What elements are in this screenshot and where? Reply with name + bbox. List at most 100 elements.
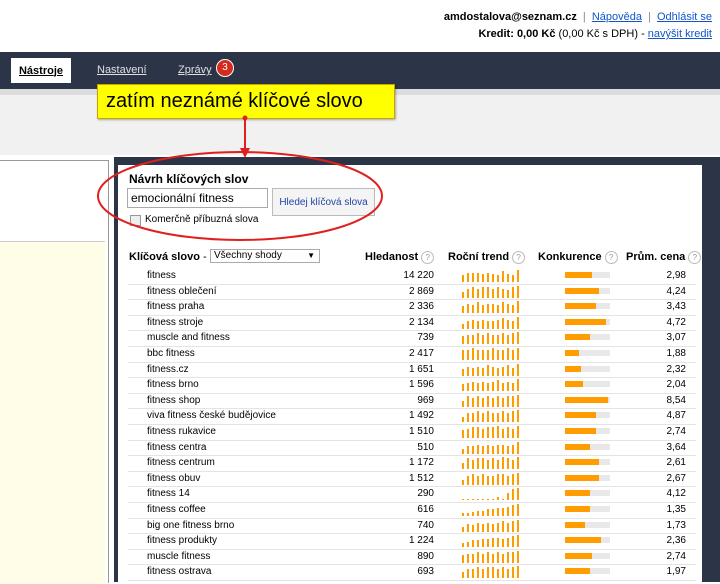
row-keyword[interactable]: fitness.cz	[147, 364, 189, 375]
trend-bar	[472, 569, 474, 579]
row-trend-sparkline	[462, 504, 522, 516]
col-cpc[interactable]: Prům. cena?	[626, 251, 702, 264]
table-row[interactable]: fitness.cz 1 651 2,32	[128, 362, 696, 379]
row-keyword[interactable]: fitness 14	[147, 488, 190, 499]
table-row[interactable]: fitness rukavice 1 510 2,74	[128, 424, 696, 441]
row-keyword[interactable]: fitness obuv	[147, 473, 200, 484]
trend-bar	[502, 302, 504, 314]
tab-nastaveni[interactable]: Nastavení	[97, 64, 147, 76]
keyword-input[interactable]	[127, 188, 268, 208]
row-keyword[interactable]: fitness centrum	[147, 457, 215, 468]
row-keyword[interactable]: fitness centra	[147, 442, 206, 453]
table-row[interactable]: fitness 14 220 2,98	[128, 268, 696, 285]
row-keyword[interactable]: fitness oblečení	[147, 286, 217, 297]
table-row[interactable]: fitness ostrava 693 1,97	[128, 564, 696, 581]
row-competition-bar	[565, 474, 610, 481]
trend-bar	[487, 444, 489, 454]
trend-bar	[477, 288, 479, 298]
trend-bar	[492, 567, 494, 579]
trend-bar	[502, 317, 504, 329]
table-row[interactable]: fitness obuv 1 512 2,67	[128, 471, 696, 488]
row-cpc: 2,67	[666, 472, 686, 484]
row-keyword[interactable]: fitness produkty	[147, 535, 217, 546]
row-keyword[interactable]: fitness brno	[147, 379, 199, 390]
row-keyword[interactable]: big one fitness brno	[147, 520, 234, 531]
table-row[interactable]: fitness oblečení 2 869 4,24	[128, 284, 696, 301]
trend-bar	[477, 499, 479, 501]
trend-bar	[467, 499, 469, 501]
topup-link[interactable]: navýšit kredit	[648, 28, 712, 40]
notification-badge[interactable]: 3	[216, 59, 234, 77]
table-row[interactable]: fitness brno 1 596 2,04	[128, 377, 696, 394]
logout-link[interactable]: Odhlásit se	[657, 11, 712, 23]
trend-bar	[517, 566, 519, 579]
row-keyword[interactable]: muscle fitness	[147, 551, 210, 562]
row-keyword[interactable]: fitness praha	[147, 301, 204, 312]
row-keyword[interactable]: fitness coffee	[147, 504, 206, 515]
row-competition-bar	[565, 537, 610, 544]
table-row[interactable]: muscle and fitness 739 3,07	[128, 330, 696, 347]
row-keyword[interactable]: bbc fitness	[147, 348, 195, 359]
col-trend[interactable]: Roční trend?	[448, 251, 526, 264]
trend-bar	[502, 333, 504, 345]
help-icon[interactable]: ?	[604, 251, 618, 264]
search-keywords-button[interactable]: Hledej klíčová slova	[272, 188, 375, 216]
row-keyword[interactable]: fitness	[147, 270, 176, 281]
col-searches[interactable]: Hledanost?	[365, 251, 435, 264]
table-row[interactable]: fitness coffee 616 1,35	[128, 502, 696, 519]
trend-bar	[482, 511, 484, 516]
trend-bar	[502, 567, 504, 579]
table-row[interactable]: fitness centra 510 3,64	[128, 440, 696, 457]
row-keyword[interactable]: fitness rukavice	[147, 426, 216, 437]
trend-bar	[467, 395, 469, 407]
trend-bar	[477, 350, 479, 360]
table-row[interactable]: fitness shop 969 8,54	[128, 393, 696, 410]
trend-bar	[472, 524, 474, 532]
table-row[interactable]: fitness stroje 2 134 4,72	[128, 315, 696, 332]
help-link[interactable]: Nápověda	[592, 11, 642, 23]
table-row[interactable]: fitness 14 290 4,12	[128, 486, 696, 503]
competition-fill	[565, 537, 601, 544]
row-keyword[interactable]: muscle and fitness	[147, 332, 230, 343]
row-searches: 616	[417, 504, 434, 515]
trend-bar	[512, 320, 514, 329]
col-competition[interactable]: Konkurence?	[538, 251, 618, 264]
row-searches: 1 510	[408, 426, 434, 437]
row-keyword[interactable]: fitness stroje	[147, 317, 203, 328]
row-keyword[interactable]: fitness shop	[147, 395, 200, 406]
trend-bar	[492, 413, 494, 423]
trend-bar	[492, 475, 494, 485]
table-row[interactable]: fitness praha 2 336 3,43	[128, 299, 696, 316]
commercial-related-checkbox[interactable]	[130, 215, 141, 226]
table-row[interactable]: muscle fitness 890 2,74	[128, 549, 696, 566]
help-icon[interactable]: ?	[512, 251, 526, 264]
match-type-select[interactable]: Všechny shody ▼	[210, 249, 320, 263]
tab-zpravy[interactable]: Zprávy	[178, 64, 212, 76]
row-keyword[interactable]: viva fitness české budějovice	[147, 410, 276, 421]
help-icon[interactable]: ?	[688, 251, 702, 264]
credit-label: Kredit: 0,00 Kč	[478, 28, 556, 40]
row-cpc: 3,64	[666, 441, 686, 453]
tab-nastroje[interactable]: Nástroje	[11, 58, 71, 83]
trend-bar	[517, 316, 519, 329]
trend-bar	[517, 270, 519, 282]
trend-bar	[497, 275, 499, 282]
competition-fill	[565, 552, 592, 559]
row-competition-bar	[565, 287, 610, 294]
col-keyword: Klíčová slovo -	[129, 251, 207, 263]
trend-bar	[507, 493, 509, 501]
row-keyword[interactable]: fitness ostrava	[147, 566, 211, 577]
table-row[interactable]: viva fitness české budějovice 1 492 4,87	[128, 408, 696, 425]
table-row[interactable]: fitness produkty 1 224 2,36	[128, 533, 696, 550]
competition-fill	[565, 334, 590, 341]
trend-bar	[517, 441, 519, 454]
table-row[interactable]: big one fitness brno 740 1,73	[128, 518, 696, 535]
table-row[interactable]: bbc fitness 2 417 1,88	[128, 346, 696, 363]
trend-bar	[492, 523, 494, 532]
help-icon[interactable]: ?	[421, 251, 435, 264]
row-searches: 740	[417, 519, 434, 531]
table-row[interactable]: fitness centrum 1 172 2,61	[128, 455, 696, 472]
trend-bar	[477, 411, 479, 423]
trend-bar	[502, 397, 504, 407]
row-searches: 2 869	[408, 285, 434, 297]
